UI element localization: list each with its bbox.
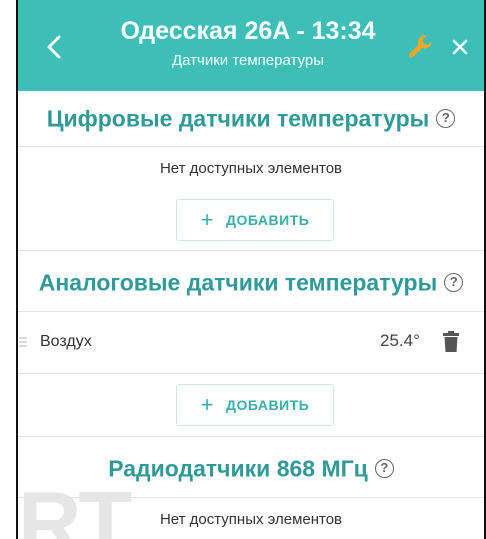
page-subtitle: Датчики температуры xyxy=(171,52,324,69)
help-icon[interactable]: ? xyxy=(436,109,456,129)
sensor-value: 25.4° xyxy=(380,331,420,350)
add-digital-sensor-button[interactable]: + ДОБАВИТЬ xyxy=(176,199,334,241)
add-button-label: ДОБАВИТЬ xyxy=(226,212,310,228)
help-icon[interactable]: ? xyxy=(374,459,394,479)
divider xyxy=(18,497,484,498)
close-button[interactable] xyxy=(444,30,476,64)
app-header: Одесская 26A - 13:34 Датчики температуры xyxy=(18,0,484,91)
back-button[interactable] xyxy=(40,27,68,67)
chevron-left-icon xyxy=(47,35,61,59)
section-title-digital: Цифровые датчики температуры? xyxy=(18,104,484,132)
wrench-icon xyxy=(409,35,432,58)
section-title-text: Аналоговые датчики температуры xyxy=(38,269,438,296)
sensor-row[interactable]: Воздух 25.4° xyxy=(18,317,484,369)
add-button-label: ДОБАВИТЬ xyxy=(226,397,310,413)
trash-icon[interactable] xyxy=(442,331,460,353)
divider xyxy=(18,311,484,312)
plus-icon: + xyxy=(200,207,215,232)
empty-state-text: Нет доступных элементов xyxy=(159,511,343,528)
divider xyxy=(18,146,484,147)
section-title-analog: Аналоговые датчики температуры? xyxy=(18,268,484,296)
drag-handle-icon[interactable] xyxy=(18,334,28,350)
settings-button[interactable] xyxy=(404,30,438,64)
app-window: RT Одесская 26A - 13:34 Датчики температ… xyxy=(16,0,486,539)
close-icon xyxy=(452,39,468,55)
sensor-name: Воздух xyxy=(40,333,92,350)
divider xyxy=(18,373,484,374)
page-title: Одесская 26A - 13:34 xyxy=(120,17,376,45)
plus-icon: + xyxy=(200,392,215,417)
section-title-text: Радиодатчики 868 МГц xyxy=(108,455,368,482)
header-titles: Одесская 26A - 13:34 Датчики температуры xyxy=(88,14,408,72)
help-icon[interactable]: ? xyxy=(444,273,464,293)
add-analog-sensor-button[interactable]: + ДОБАВИТЬ xyxy=(176,384,334,426)
section-title-radio: Радиодатчики 868 МГц? xyxy=(18,454,484,482)
section-title-text: Цифровые датчики температуры xyxy=(46,105,430,132)
divider xyxy=(18,250,484,251)
empty-state-text: Нет доступных элементов xyxy=(159,160,343,177)
divider xyxy=(18,436,484,437)
